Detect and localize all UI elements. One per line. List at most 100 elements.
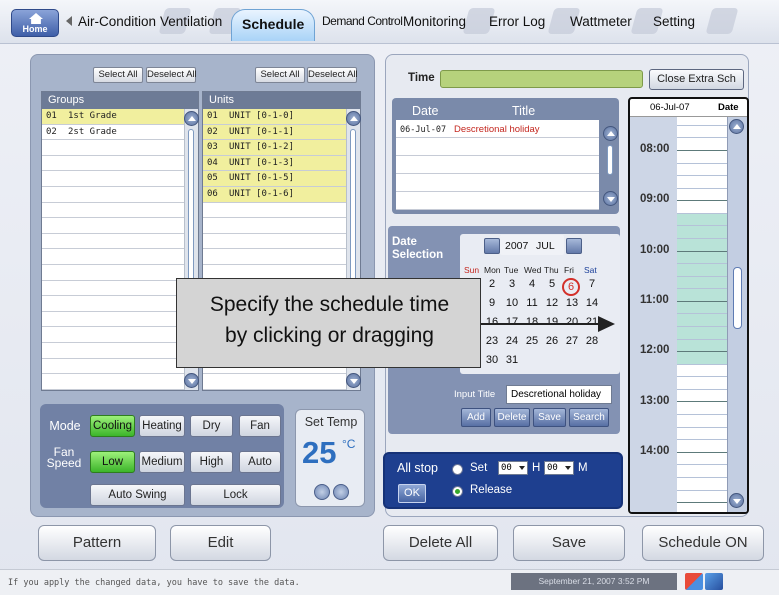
list-item[interactable] bbox=[42, 156, 185, 172]
mode-fan-button[interactable]: Fan bbox=[239, 415, 281, 437]
list-item[interactable] bbox=[42, 203, 185, 219]
list-item[interactable]: 01 1st Grade bbox=[42, 109, 185, 125]
schedule-entry-row[interactable] bbox=[396, 138, 599, 156]
list-item[interactable]: 05 UNIT [0-1-5] bbox=[203, 171, 347, 187]
schedule-entry-row[interactable] bbox=[396, 174, 599, 192]
edit-button[interactable]: Edit bbox=[170, 525, 271, 561]
search-button[interactable]: Search bbox=[569, 408, 609, 427]
list-item[interactable] bbox=[42, 374, 185, 390]
calendar-day[interactable]: 19 bbox=[542, 316, 562, 328]
temp-down-icon[interactable] bbox=[314, 484, 330, 500]
calendar-day[interactable]: 30 bbox=[482, 354, 502, 366]
list-item[interactable] bbox=[42, 187, 185, 203]
tab-wattmeter[interactable]: Wattmeter bbox=[570, 8, 664, 38]
calendar-day[interactable]: 25 bbox=[522, 335, 542, 347]
home-button[interactable]: Home bbox=[11, 9, 59, 37]
time-slot[interactable] bbox=[677, 213, 727, 227]
time-slot[interactable] bbox=[677, 189, 727, 202]
tab-monitoring[interactable]: Monitoring bbox=[403, 8, 496, 38]
list-item[interactable] bbox=[42, 249, 185, 265]
list-item[interactable] bbox=[42, 359, 185, 375]
units-select-all-button[interactable]: Select All bbox=[255, 67, 305, 83]
time-slot[interactable] bbox=[677, 377, 727, 390]
list-item[interactable]: 06 UNIT [0-1-6] bbox=[203, 186, 347, 203]
time-scroll-down-icon[interactable] bbox=[729, 493, 744, 508]
list-item[interactable] bbox=[42, 265, 185, 281]
calendar-day[interactable]: 23 bbox=[482, 335, 502, 347]
time-slot[interactable] bbox=[677, 390, 727, 403]
time-slot[interactable] bbox=[677, 264, 727, 277]
minute-select[interactable]: 00 bbox=[544, 461, 574, 475]
calendar-day[interactable]: 31 bbox=[502, 354, 522, 366]
time-slot[interactable] bbox=[677, 251, 727, 265]
calendar-day[interactable]: 5 bbox=[542, 278, 562, 290]
input-title-field[interactable]: Descretional holiday bbox=[506, 385, 612, 404]
time-slot[interactable] bbox=[677, 465, 727, 478]
list-item[interactable] bbox=[42, 327, 185, 343]
auto-swing-button[interactable]: Auto Swing bbox=[90, 484, 185, 506]
delete-button[interactable]: Delete bbox=[494, 408, 530, 427]
time-slot[interactable] bbox=[677, 440, 727, 453]
list-item[interactable] bbox=[203, 249, 347, 265]
time-slot[interactable] bbox=[677, 491, 727, 504]
mode-dry-button[interactable]: Dry bbox=[190, 415, 233, 437]
time-slot[interactable] bbox=[677, 113, 727, 126]
save-schedule-button[interactable]: Save bbox=[533, 408, 566, 427]
set-radio[interactable] bbox=[452, 464, 463, 475]
time-scroll-up-icon[interactable] bbox=[729, 119, 744, 134]
time-slot[interactable] bbox=[677, 478, 727, 491]
time-slot[interactable] bbox=[677, 126, 727, 139]
list-item[interactable] bbox=[42, 218, 185, 234]
time-slot[interactable] bbox=[677, 276, 727, 290]
date-list-scroll-down-icon[interactable] bbox=[603, 191, 618, 206]
calendar-day[interactable]: 18 bbox=[522, 316, 542, 328]
tab-ventilation[interactable]: Ventilation bbox=[160, 8, 242, 38]
time-slot[interactable] bbox=[677, 301, 727, 315]
time-slots[interactable] bbox=[677, 117, 727, 512]
time-slot[interactable] bbox=[677, 352, 727, 365]
time-slot[interactable] bbox=[677, 289, 727, 302]
calendar-day[interactable]: 27 bbox=[562, 335, 582, 347]
time-slot[interactable] bbox=[677, 365, 727, 378]
calendar-day[interactable]: 26 bbox=[542, 335, 562, 347]
fan-high-button[interactable]: High bbox=[190, 451, 233, 473]
calendar-day[interactable]: 28 bbox=[582, 335, 602, 347]
calendar-next-icon[interactable] bbox=[566, 238, 582, 254]
list-item[interactable]: 04 UNIT [0-1-3] bbox=[203, 155, 347, 172]
calendar-day[interactable]: 16 bbox=[482, 316, 502, 328]
calendar-day[interactable]: 3 bbox=[502, 278, 522, 290]
tab-error-log[interactable]: Error Log bbox=[489, 8, 581, 38]
tab-scroll-left-icon[interactable] bbox=[66, 16, 72, 26]
temp-up-icon[interactable] bbox=[333, 484, 349, 500]
time-slot[interactable] bbox=[677, 226, 727, 239]
all-stop-ok-button[interactable]: OK bbox=[398, 484, 426, 503]
calendar-day[interactable]: 20 bbox=[562, 316, 582, 328]
schedule-entry-row[interactable] bbox=[396, 156, 599, 174]
calendar-day[interactable]: 14 bbox=[582, 297, 602, 309]
list-item[interactable] bbox=[203, 374, 347, 390]
calendar-day[interactable]: 7 bbox=[582, 278, 602, 290]
time-slot[interactable] bbox=[677, 239, 727, 252]
time-slot[interactable] bbox=[677, 201, 727, 214]
list-item[interactable] bbox=[42, 343, 185, 359]
list-item[interactable]: 02 2st Grade bbox=[42, 125, 185, 141]
calendar-day[interactable]: 17 bbox=[502, 316, 522, 328]
list-item[interactable]: 01 UNIT [0-1-0] bbox=[203, 109, 347, 125]
fan-auto-button[interactable]: Auto bbox=[239, 451, 281, 473]
time-slot[interactable] bbox=[677, 503, 727, 512]
calendar-day[interactable]: 4 bbox=[522, 278, 542, 290]
alarm-status-icon[interactable] bbox=[685, 573, 703, 590]
list-item[interactable] bbox=[42, 281, 185, 297]
calendar-day[interactable]: 11 bbox=[522, 297, 542, 309]
calendar-day[interactable]: 9 bbox=[482, 297, 502, 309]
fan-medium-button[interactable]: Medium bbox=[139, 451, 185, 473]
calendar-day[interactable]: 24 bbox=[502, 335, 522, 347]
pattern-button[interactable]: Pattern bbox=[38, 525, 156, 561]
groups-scroll-up-icon[interactable] bbox=[184, 111, 199, 126]
groups-deselect-all-button[interactable]: Deselect All bbox=[146, 67, 197, 83]
list-item[interactable] bbox=[42, 312, 185, 328]
calendar-prev-icon[interactable] bbox=[484, 238, 500, 254]
calendar-day[interactable]: 12 bbox=[542, 297, 562, 309]
list-item[interactable] bbox=[203, 234, 347, 250]
mode-heating-button[interactable]: Heating bbox=[139, 415, 185, 437]
